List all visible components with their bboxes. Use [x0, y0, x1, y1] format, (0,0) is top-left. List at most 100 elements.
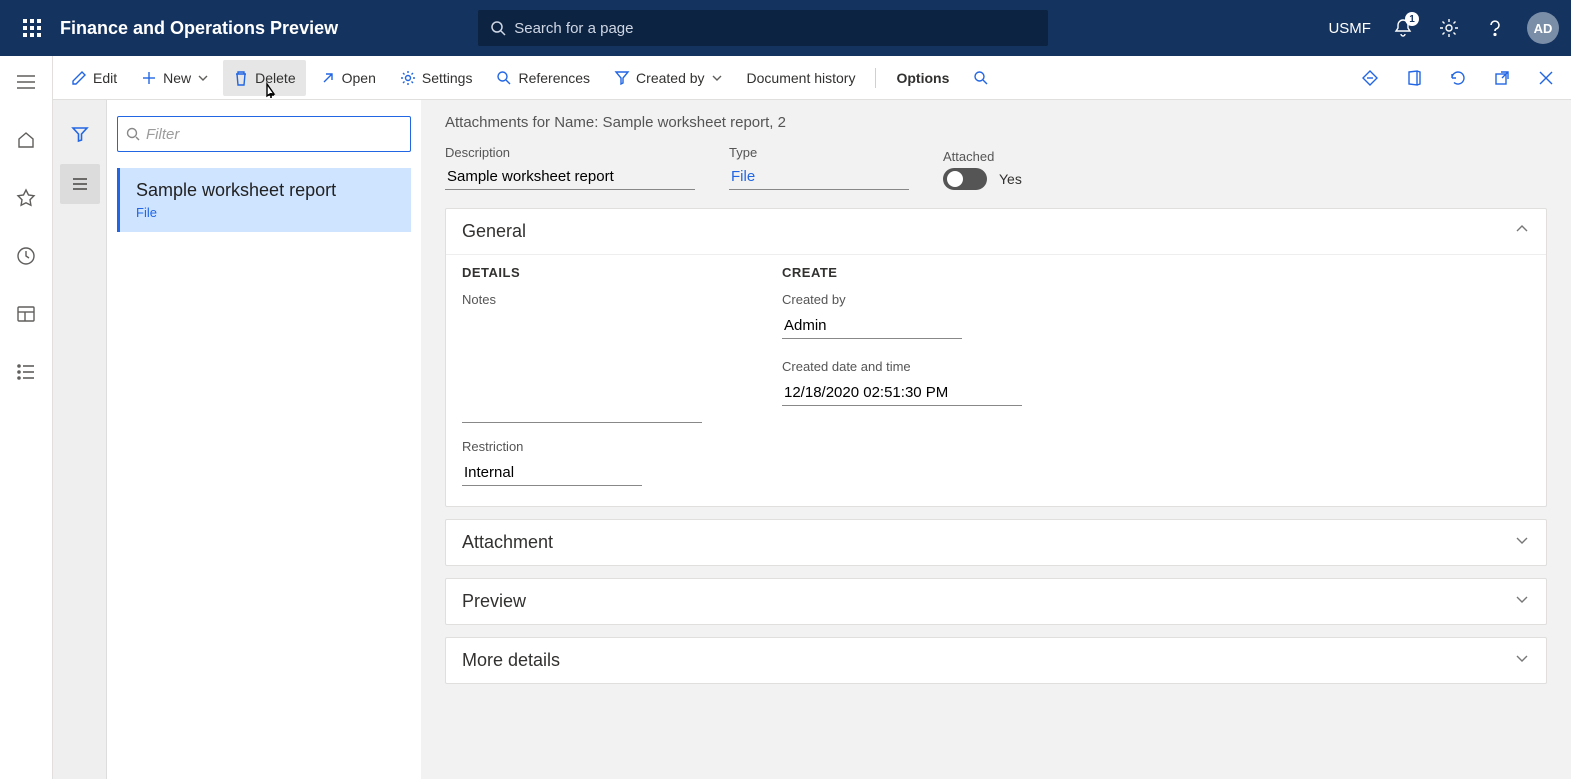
references-label: References — [518, 70, 590, 86]
nav-rail — [0, 56, 53, 779]
global-search[interactable] — [478, 10, 1048, 46]
hamburger-icon — [16, 74, 36, 90]
chevron-down-icon — [711, 72, 723, 84]
chevron-down-icon — [1514, 591, 1530, 612]
notes-label: Notes — [462, 292, 702, 307]
attached-toggle[interactable] — [943, 168, 987, 190]
list-lines-icon — [71, 177, 89, 191]
list-icon — [16, 362, 36, 382]
top-bar: Finance and Operations Preview USMF 1 AD — [0, 0, 1571, 56]
workspace-icon — [16, 304, 36, 324]
settings-label: Settings — [422, 70, 473, 86]
notifications-button[interactable]: 1 — [1389, 14, 1417, 42]
open-arrow-icon — [320, 70, 336, 86]
created-by-label: Created by — [782, 292, 1022, 307]
close-icon — [1538, 70, 1554, 86]
office-button[interactable] — [1397, 61, 1431, 95]
fasttab-more-details-header[interactable]: More details — [446, 638, 1546, 683]
list-toolbar — [53, 100, 107, 779]
plus-icon — [141, 70, 157, 86]
settings-command[interactable]: Settings — [390, 60, 483, 96]
star-icon — [16, 188, 36, 208]
fasttab-attachment-header[interactable]: Attachment — [446, 520, 1546, 565]
edit-label: Edit — [93, 70, 117, 86]
fasttab-general-title: General — [462, 221, 526, 242]
gear-icon — [400, 70, 416, 86]
chevron-down-icon — [1514, 532, 1530, 553]
funnel-icon — [71, 125, 89, 143]
filter-panel-button[interactable] — [60, 114, 100, 154]
created-by-label: Created by — [636, 70, 704, 86]
search-input[interactable] — [514, 20, 1036, 37]
created-dt-label: Created date and time — [782, 359, 1022, 374]
options-label: Options — [896, 70, 949, 86]
question-icon — [1485, 18, 1505, 38]
created-by-field — [782, 313, 962, 339]
open-label: Open — [342, 70, 376, 86]
list-filter[interactable] — [117, 116, 411, 152]
chevron-down-icon — [197, 72, 209, 84]
nav-modules[interactable] — [6, 352, 46, 392]
nav-recent[interactable] — [6, 236, 46, 276]
company-selector[interactable]: USMF — [1328, 20, 1371, 37]
filter-input[interactable] — [146, 126, 402, 143]
diamond-icon — [1361, 69, 1379, 87]
nav-workspaces[interactable] — [6, 294, 46, 334]
search-icon — [973, 70, 989, 86]
page-title: Attachments for Name: Sample worksheet r… — [445, 114, 1547, 131]
created-by-filter[interactable]: Created by — [604, 60, 732, 96]
type-label: Type — [729, 145, 909, 160]
close-button[interactable] — [1529, 61, 1563, 95]
fasttab-preview: Preview — [445, 578, 1547, 625]
nav-menu-button[interactable] — [6, 62, 46, 102]
notification-badge: 1 — [1405, 12, 1419, 26]
fasttab-general-header[interactable]: General — [446, 209, 1546, 254]
edit-button[interactable]: Edit — [61, 60, 127, 96]
references-button[interactable]: References — [486, 60, 600, 96]
nav-home[interactable] — [6, 120, 46, 160]
attach-button[interactable] — [1353, 61, 1387, 95]
action-pane: Edit New Delete Open Settings — [53, 56, 1571, 100]
app-title: Finance and Operations Preview — [60, 18, 338, 39]
list-item-subtitle: File — [136, 205, 395, 220]
popout-button[interactable] — [1485, 61, 1519, 95]
fasttab-more-details: More details — [445, 637, 1547, 684]
list-item[interactable]: Sample worksheet report File — [117, 168, 411, 232]
fasttab-preview-header[interactable]: Preview — [446, 579, 1546, 624]
page-search-button[interactable] — [963, 60, 999, 96]
list-view-button[interactable] — [60, 164, 100, 204]
waffle-icon[interactable] — [12, 0, 52, 56]
help-button[interactable] — [1481, 14, 1509, 42]
attached-text: Yes — [999, 171, 1022, 187]
detail-pane: Attachments for Name: Sample worksheet r… — [421, 100, 1571, 779]
user-avatar[interactable]: AD — [1527, 12, 1559, 44]
fasttab-more-details-title: More details — [462, 650, 560, 671]
clock-icon — [16, 246, 36, 266]
delete-button[interactable]: Delete — [223, 60, 305, 96]
refresh-button[interactable] — [1441, 61, 1475, 95]
options-tab[interactable]: Options — [886, 60, 959, 96]
type-field[interactable]: File — [729, 164, 909, 190]
home-icon — [16, 130, 36, 150]
description-field[interactable] — [445, 164, 695, 190]
restriction-field[interactable] — [462, 460, 642, 486]
attached-label: Attached — [943, 149, 1022, 164]
restriction-label: Restriction — [462, 439, 702, 454]
description-label: Description — [445, 145, 695, 160]
gear-icon — [1439, 18, 1459, 38]
details-heading: DETAILS — [462, 265, 702, 280]
new-label: New — [163, 70, 191, 86]
new-button[interactable]: New — [131, 60, 219, 96]
open-button[interactable]: Open — [310, 60, 386, 96]
search-icon — [490, 20, 506, 36]
popout-icon — [1493, 69, 1511, 87]
document-history-button[interactable]: Document history — [737, 60, 866, 96]
list-item-title: Sample worksheet report — [136, 180, 395, 201]
refresh-icon — [1449, 69, 1467, 87]
nav-favorites[interactable] — [6, 178, 46, 218]
created-dt-field — [782, 380, 1022, 406]
notes-field[interactable] — [462, 313, 702, 423]
trash-icon — [233, 70, 249, 86]
fasttab-attachment-title: Attachment — [462, 532, 553, 553]
settings-button[interactable] — [1435, 14, 1463, 42]
